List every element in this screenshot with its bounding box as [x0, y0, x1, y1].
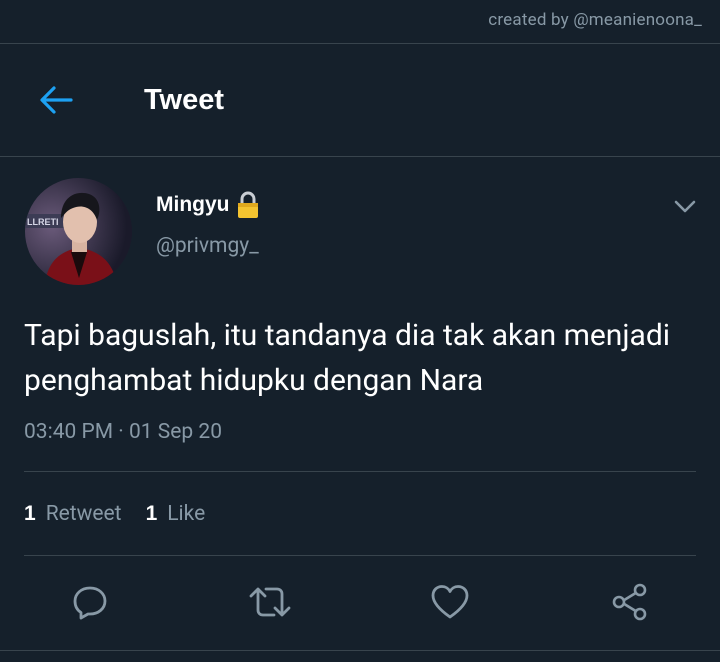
tweet-screen: created by @meanienoona_ Tweet LLRETI Mi…: [0, 0, 720, 662]
retweet-label: Retweet: [45, 502, 122, 526]
svg-text:LLRETI: LLRETI: [27, 217, 59, 227]
timestamp-divider: [24, 471, 696, 472]
retweets-stat[interactable]: 1 Retweet: [24, 498, 122, 530]
user-handle[interactable]: @privmgy_: [156, 231, 259, 261]
like-count: 1: [145, 502, 158, 525]
avatar-image: LLRETI: [25, 178, 132, 285]
chevron-down-icon: [674, 200, 696, 213]
heart-icon: [431, 585, 469, 619]
retweet-icon: [249, 587, 291, 617]
page-title: Tweet: [144, 84, 225, 116]
tweet-stats: 1 Retweet 1 Like: [24, 498, 229, 530]
back-button[interactable]: [34, 80, 78, 120]
like-label: Like: [167, 502, 206, 526]
display-name[interactable]: Mingyu: [156, 190, 259, 220]
lock-icon: [237, 191, 258, 218]
share-button[interactable]: [608, 580, 652, 624]
retweet-button[interactable]: [248, 580, 292, 624]
tweet-text: Tapi baguslah, itu tandanya dia tak akan…: [24, 318, 671, 398]
tweet-timestamp: 03:40 PM · 01 Sep 20: [24, 420, 223, 444]
like-button[interactable]: [428, 580, 472, 624]
bottom-divider: [0, 650, 720, 651]
avatar[interactable]: LLRETI: [25, 178, 132, 285]
arrow-left-icon: [40, 86, 73, 114]
retweet-count: 1: [24, 502, 36, 525]
top-divider: [0, 43, 720, 44]
likes-stat[interactable]: 1 Like: [146, 498, 206, 530]
display-name-text: Mingyu: [156, 193, 230, 216]
stats-divider: [24, 555, 696, 556]
reply-icon: [73, 586, 107, 620]
share-icon: [612, 583, 647, 621]
more-options-button[interactable]: [670, 194, 700, 220]
header-divider: [0, 156, 720, 157]
reply-button[interactable]: [68, 580, 112, 624]
watermark: created by @meanienoona_: [488, 10, 702, 30]
